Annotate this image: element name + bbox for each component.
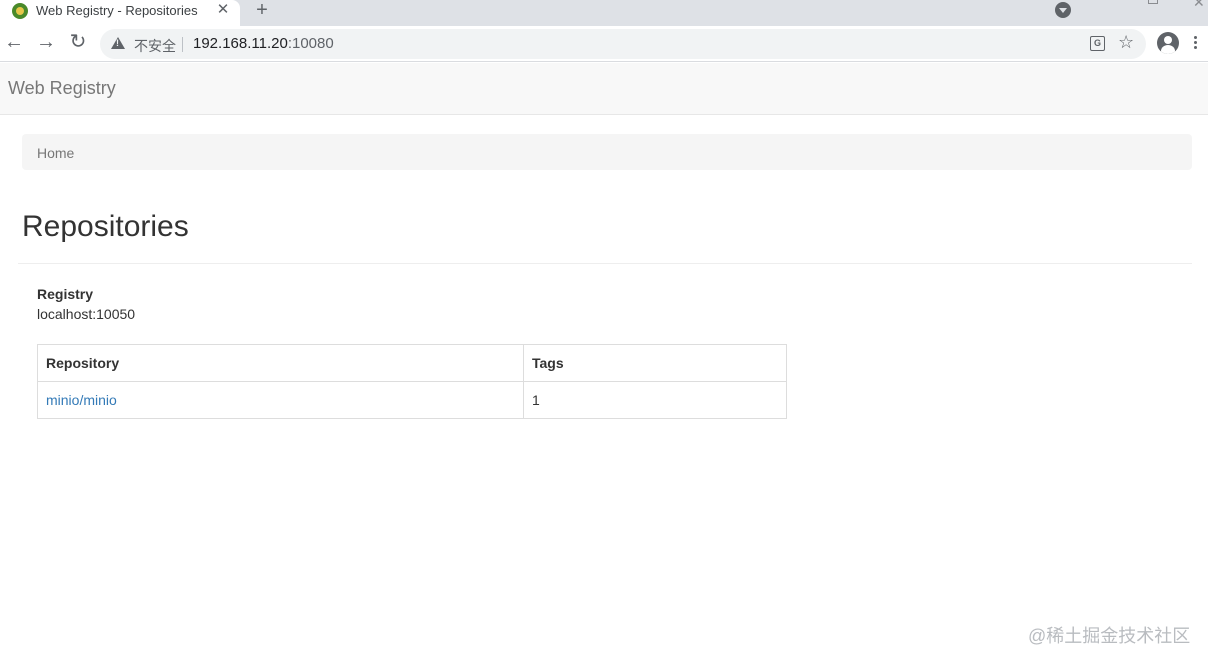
favicon-icon <box>12 3 28 19</box>
tab-strip: Web Registry - Repositories ✕ + ✕ <box>0 0 1208 26</box>
repository-link[interactable]: minio/minio <box>46 392 117 408</box>
window-close-icon[interactable]: ✕ <box>1193 0 1205 11</box>
tab-title: Web Registry - Repositories <box>36 3 198 18</box>
breadcrumb-home[interactable]: Home <box>37 145 74 161</box>
back-arrow-icon[interactable]: ← <box>2 30 26 54</box>
column-header-repository: Repository <box>37 344 524 382</box>
plus-icon[interactable]: + <box>252 0 272 20</box>
registry-label: Registry <box>37 286 94 302</box>
warning-icon[interactable] <box>111 37 125 49</box>
browser-tab[interactable]: Web Registry - Repositories ✕ <box>0 0 240 26</box>
browser-toolbar: ← → ↻ 不安全 192.168.11.20:10080 G ☆ <box>0 26 1208 62</box>
page-title: Repositories <box>22 210 189 243</box>
watermark: @稀土掘金技术社区 <box>1028 626 1191 646</box>
site-navbar: Web Registry <box>0 63 1208 115</box>
reload-icon[interactable]: ↻ <box>66 30 90 54</box>
breadcrumb: Home <box>22 134 1192 170</box>
tab-search-icon[interactable] <box>1055 2 1071 18</box>
address-bar[interactable]: 不安全 192.168.11.20:10080 G ☆ <box>100 29 1146 59</box>
table-header-row: Repository Tags <box>37 344 787 382</box>
brand-link[interactable]: Web Registry <box>8 78 116 99</box>
url-text[interactable]: 192.168.11.20:10080 <box>193 35 334 52</box>
security-label[interactable]: 不安全 <box>134 36 176 56</box>
url-host: 192.168.11.20 <box>193 35 288 52</box>
translate-icon[interactable]: G <box>1090 36 1105 51</box>
column-header-tags: Tags <box>523 344 787 382</box>
menu-icon[interactable] <box>1194 36 1198 52</box>
url-port: :10080 <box>287 35 334 52</box>
close-icon[interactable]: ✕ <box>214 1 232 19</box>
star-icon[interactable]: ☆ <box>1118 32 1134 53</box>
title-divider <box>18 263 1192 264</box>
registry-value: localhost:10050 <box>37 306 136 322</box>
forward-arrow-icon[interactable]: → <box>34 30 58 54</box>
repositories-table: Repository Tags minio/minio 1 <box>37 344 787 419</box>
profile-icon[interactable] <box>1157 32 1179 54</box>
repository-cell: minio/minio <box>37 381 524 419</box>
tags-cell: 1 <box>523 381 787 419</box>
table-row: minio/minio 1 <box>37 381 787 419</box>
maximize-icon[interactable] <box>1148 0 1158 4</box>
address-separator <box>182 37 183 52</box>
